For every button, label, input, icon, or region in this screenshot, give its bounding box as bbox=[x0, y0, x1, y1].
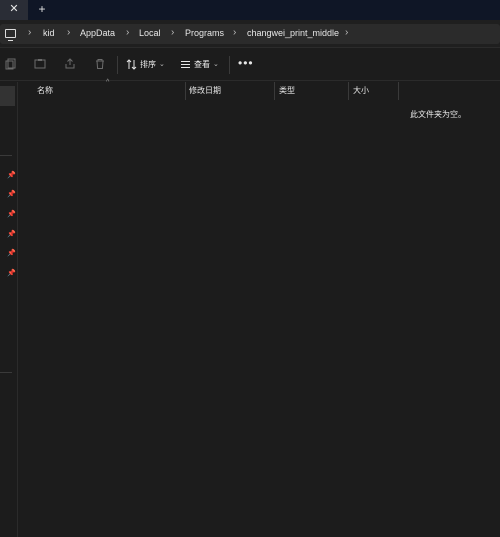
copy-icon[interactable] bbox=[5, 58, 17, 70]
title-bar: ✕ + bbox=[0, 0, 500, 20]
column-header-modified[interactable]: 修改日期 bbox=[189, 85, 221, 96]
empty-folder-message: 此文件夹为空。 bbox=[410, 110, 466, 119]
column-resize-handle[interactable] bbox=[348, 82, 349, 100]
column-header-size[interactable]: 大小 bbox=[353, 85, 369, 96]
breadcrumb-item-changwei-print-middle[interactable]: changwei_print_middle bbox=[247, 28, 339, 38]
nav-divider bbox=[0, 372, 12, 373]
command-toolbar: 排序 ⌄ 查看 ⌄ ••• bbox=[0, 48, 500, 81]
column-resize-handle[interactable] bbox=[274, 82, 275, 100]
breadcrumb-item-kid[interactable]: kid bbox=[43, 28, 55, 38]
sort-icon bbox=[126, 58, 137, 70]
plus-icon: + bbox=[38, 2, 46, 16]
paste-icon[interactable] bbox=[34, 58, 46, 70]
breadcrumb-item-programs[interactable]: Programs bbox=[185, 28, 224, 38]
more-options-button[interactable]: ••• bbox=[238, 56, 254, 70]
chevron-down-icon: ⌄ bbox=[159, 61, 165, 68]
nav-divider bbox=[0, 155, 12, 156]
pin-icon[interactable]: 📌 bbox=[7, 269, 16, 277]
pin-icon[interactable]: 📌 bbox=[7, 190, 16, 198]
view-label: 查看 bbox=[194, 59, 210, 69]
breadcrumb-separator[interactable]: › bbox=[67, 27, 70, 38]
navigation-pane: 📌 📌 📌 📌 📌 📌 bbox=[0, 82, 18, 537]
pin-icon[interactable]: 📌 bbox=[7, 230, 16, 238]
pin-icon[interactable]: 📌 bbox=[7, 171, 16, 179]
breadcrumb-separator[interactable]: › bbox=[345, 27, 348, 38]
breadcrumb-separator[interactable]: › bbox=[28, 27, 31, 38]
column-resize-handle[interactable] bbox=[398, 82, 399, 100]
close-tab-button[interactable]: ✕ bbox=[0, 0, 28, 20]
column-header-row: ^ 名称 修改日期 类型 大小 bbox=[19, 79, 500, 100]
breadcrumb-item-local[interactable]: Local bbox=[139, 28, 161, 38]
breadcrumb-separator[interactable]: › bbox=[126, 27, 129, 38]
sort-button[interactable]: 排序 ⌄ bbox=[126, 57, 165, 71]
breadcrumb-separator[interactable]: › bbox=[233, 27, 236, 38]
toolbar-divider bbox=[117, 56, 118, 74]
breadcrumb[interactable]: › kid › AppData › Local › Programs › cha… bbox=[0, 24, 500, 44]
column-header-name[interactable]: 名称 bbox=[37, 85, 53, 96]
close-icon: ✕ bbox=[9, 3, 19, 15]
view-icon bbox=[181, 60, 190, 68]
file-list[interactable]: ^ 名称 修改日期 类型 大小 此文件夹为空。 bbox=[19, 79, 500, 537]
new-tab-button[interactable]: + bbox=[34, 0, 50, 20]
breadcrumb-item-appdata[interactable]: AppData bbox=[80, 28, 115, 38]
pin-icon[interactable]: 📌 bbox=[7, 249, 16, 257]
computer-icon[interactable] bbox=[5, 29, 16, 41]
breadcrumb-separator[interactable]: › bbox=[171, 27, 174, 38]
column-header-type[interactable]: 类型 bbox=[279, 85, 295, 96]
address-bar: › kid › AppData › Local › Programs › cha… bbox=[0, 20, 500, 48]
share-icon[interactable] bbox=[64, 58, 76, 70]
toolbar-divider bbox=[229, 56, 230, 74]
delete-icon[interactable] bbox=[94, 58, 106, 70]
nav-item-home[interactable] bbox=[0, 86, 15, 106]
sort-label: 排序 bbox=[140, 59, 156, 69]
view-button[interactable]: 查看 ⌄ bbox=[180, 57, 219, 71]
chevron-down-icon: ⌄ bbox=[213, 61, 219, 68]
pin-icon[interactable]: 📌 bbox=[7, 210, 16, 218]
sort-indicator-icon: ^ bbox=[106, 79, 110, 86]
column-resize-handle[interactable] bbox=[185, 82, 186, 100]
